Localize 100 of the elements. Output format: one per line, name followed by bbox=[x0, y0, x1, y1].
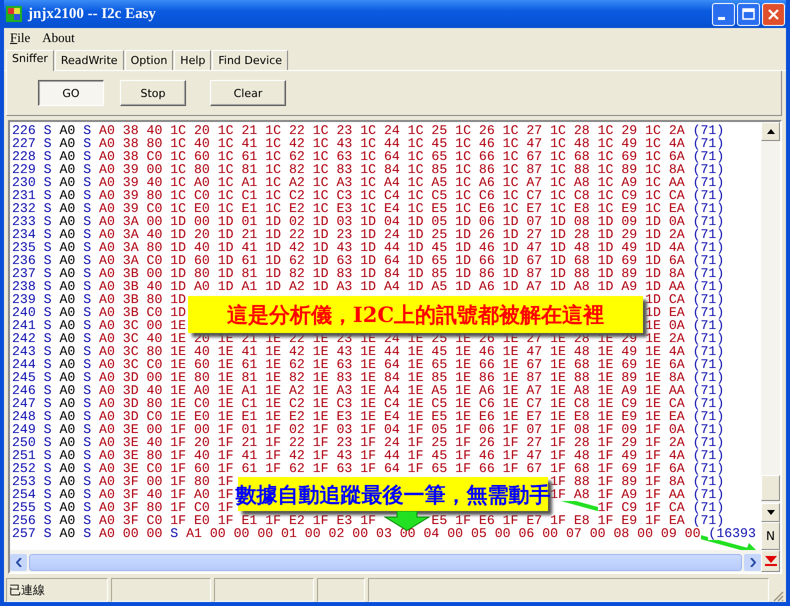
start-marker: S bbox=[44, 124, 52, 137]
start-marker: S bbox=[83, 488, 92, 501]
toolbar-button[interactable]: GO bbox=[38, 80, 104, 106]
start-marker: S bbox=[83, 332, 92, 345]
address-byte: A0 bbox=[59, 488, 76, 501]
data-bytes: A0 3B 00 1D 80 1D 81 1D 82 1D 83 1D 84 1D 85 1D 86 1D 87 1D 88 1D 89 1D 8A bbox=[99, 267, 685, 280]
close-button[interactable] bbox=[762, 2, 785, 26]
data-bytes: A0 3E 00 1F 00 1F 01 1F 02 1F 03 1F 04 1F 05 1F 06 1F 07 1F 08 1F 09 1F 0A bbox=[99, 423, 685, 436]
byte-count: (71) bbox=[692, 319, 724, 332]
address-byte: A0 bbox=[59, 228, 76, 241]
scroll-to-end-button[interactable] bbox=[761, 550, 780, 572]
start-marker: S bbox=[83, 501, 92, 514]
line-number: 245 bbox=[12, 371, 36, 384]
byte-count: (71) bbox=[692, 228, 724, 241]
line-number: 230 bbox=[12, 176, 36, 189]
address-byte: A0 bbox=[59, 449, 76, 462]
vertical-scrollbar[interactable] bbox=[761, 122, 780, 522]
tab[interactable]: Find Device bbox=[212, 50, 288, 70]
line-number: 251 bbox=[12, 449, 36, 462]
tab[interactable]: ReadWrite bbox=[54, 50, 124, 70]
byte-count: (71) bbox=[692, 150, 724, 163]
status-pane bbox=[317, 578, 365, 602]
data-bytes: A0 3A 00 1D 00 1D 01 1D 02 1D 03 1D 04 1D 05 1D 06 1D 07 1D 08 1D 09 1D 0A bbox=[99, 215, 685, 228]
address-byte: A0 bbox=[59, 202, 76, 215]
line-number: 241 bbox=[12, 319, 36, 332]
data-bytes: A0 3C 00 1E bbox=[99, 319, 186, 332]
start-marker: S bbox=[44, 527, 52, 540]
address-byte: A0 bbox=[59, 241, 76, 254]
start-marker: S bbox=[83, 436, 92, 449]
data-bytes: A0 39 80 1C C0 1C C1 1C C2 1C C3 1C C4 1C C5 1C C6 1C C7 1C C8 1C C9 1C CA bbox=[99, 189, 685, 202]
line-number: 237 bbox=[12, 267, 36, 280]
start-marker: S bbox=[83, 241, 92, 254]
byte-count: (71) bbox=[692, 423, 724, 436]
start-marker: S bbox=[44, 215, 52, 228]
address-byte: A0 bbox=[59, 462, 76, 475]
tab[interactable]: Sniffer bbox=[6, 50, 54, 71]
start-marker: S bbox=[44, 293, 52, 306]
start-marker: S bbox=[44, 501, 52, 514]
minimize-icon bbox=[718, 16, 725, 20]
scroll-down-button[interactable] bbox=[761, 503, 780, 522]
start-marker: S bbox=[83, 475, 92, 488]
n-button[interactable]: N bbox=[761, 522, 780, 550]
data-bytes: A0 00 00 bbox=[99, 527, 162, 540]
data-bytes: 1D EA bbox=[645, 306, 685, 319]
scroll-thumb[interactable] bbox=[29, 554, 742, 570]
start-marker: S bbox=[83, 228, 92, 241]
line-number: 242 bbox=[12, 332, 36, 345]
toolbar-button[interactable]: Clear bbox=[210, 80, 286, 106]
horizontal-scrollbar[interactable] bbox=[10, 550, 761, 572]
data-bytes: A0 3B 40 1D A0 1D A1 1D A2 1D A3 1D A4 1D A5 1D A6 1D A7 1D A8 1D A9 1D AA bbox=[99, 280, 685, 293]
start-marker: S bbox=[170, 527, 178, 540]
line-number: 227 bbox=[12, 137, 36, 150]
maximize-button[interactable] bbox=[737, 2, 760, 26]
start-marker: S bbox=[83, 527, 92, 540]
scroll-up-button[interactable] bbox=[761, 122, 780, 141]
address-byte: A0 bbox=[59, 163, 76, 176]
start-marker: S bbox=[83, 215, 92, 228]
data-bytes: 1F 88 1F 89 1F 8A bbox=[550, 475, 685, 488]
address-byte: A0 bbox=[59, 371, 76, 384]
down-arrow-icon bbox=[764, 555, 778, 567]
byte-count: (71) bbox=[692, 345, 724, 358]
start-marker: S bbox=[83, 267, 92, 280]
data-bytes: A0 3D 80 1E C0 1E C1 1E C2 1E C3 1E C4 1E C5 1E C6 1E C7 1E C8 1E C9 1E CA bbox=[99, 397, 685, 410]
start-marker: S bbox=[44, 280, 52, 293]
line-number: 229 bbox=[12, 163, 36, 176]
scroll-left-button[interactable] bbox=[10, 554, 27, 570]
start-marker: S bbox=[44, 371, 52, 384]
start-marker: S bbox=[44, 410, 52, 423]
byte-count: (71) bbox=[692, 488, 724, 501]
start-marker: S bbox=[44, 306, 52, 319]
start-marker: S bbox=[44, 514, 52, 527]
byte-count: (71) bbox=[692, 384, 724, 397]
byte-count: (71) bbox=[692, 280, 724, 293]
byte-count: (71) bbox=[692, 202, 724, 215]
start-marker: S bbox=[44, 228, 52, 241]
data-bytes: A0 38 80 1C 40 1C 41 1C 42 1C 43 1C 44 1C 45 1C 46 1C 47 1C 48 1C 49 1C 4A bbox=[99, 137, 685, 150]
address-byte: A0 bbox=[59, 124, 76, 137]
address-byte: A0 bbox=[59, 475, 76, 488]
menu-item[interactable]: File bbox=[10, 30, 30, 46]
start-marker: S bbox=[83, 358, 92, 371]
byte-count: (71) bbox=[692, 189, 724, 202]
status-text: 已連線 bbox=[6, 578, 108, 602]
byte-count: (71) bbox=[692, 514, 724, 527]
line-number: 248 bbox=[12, 410, 36, 423]
tab[interactable]: Help bbox=[174, 50, 212, 70]
address-byte: A0 bbox=[59, 137, 76, 150]
data-bytes: A0 3E C0 1F 60 1F 61 1F 62 1F 63 1F 64 1F 65 1F 66 1F 67 1F 68 1F 69 1F 6A bbox=[99, 462, 685, 475]
data-bytes: A0 38 C0 1C 60 1C 61 1C 62 1C 63 1C 64 1C 65 1C 66 1C 67 1C 68 1C 69 1C 6A bbox=[99, 150, 685, 163]
start-marker: S bbox=[83, 319, 92, 332]
scroll-right-button[interactable] bbox=[744, 554, 761, 570]
menu-item[interactable]: About bbox=[42, 30, 75, 46]
start-marker: S bbox=[44, 358, 52, 371]
start-marker: S bbox=[44, 189, 52, 202]
byte-count: (16393 bbox=[708, 527, 756, 540]
tab[interactable]: Option bbox=[124, 50, 174, 70]
toolbar-button[interactable]: Stop bbox=[120, 80, 186, 106]
start-marker: S bbox=[44, 397, 52, 410]
minimize-button[interactable] bbox=[712, 2, 735, 26]
start-marker: S bbox=[44, 163, 52, 176]
address-byte: A0 bbox=[59, 384, 76, 397]
